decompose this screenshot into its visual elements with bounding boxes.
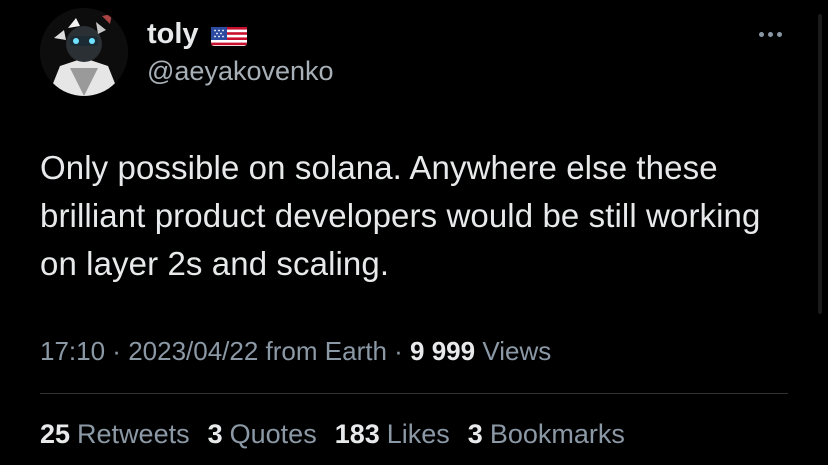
- likes-count: 183: [334, 419, 380, 449]
- meta-separator: ·: [105, 336, 129, 366]
- views-label[interactable]: Views: [475, 336, 551, 366]
- tweet-card: toly @aeyakovenko Only possible on solan…: [0, 0, 828, 465]
- bookmarks-stat[interactable]: 3 Bookmarks: [468, 414, 625, 454]
- tweet-time[interactable]: 17:10: [40, 336, 105, 366]
- user-handle[interactable]: @aeyakovenko: [147, 54, 334, 88]
- likes-label: Likes: [386, 419, 450, 449]
- us-flag-icon: [210, 22, 247, 46]
- retweets-label: Retweets: [77, 419, 190, 449]
- retweets-count: 25: [40, 419, 71, 449]
- more-dots-icon: [758, 31, 764, 37]
- quotes-count: 3: [207, 419, 223, 449]
- more-options-button[interactable]: [752, 22, 788, 46]
- bookmarks-count: 3: [467, 419, 483, 449]
- display-name[interactable]: toly: [147, 14, 247, 54]
- more-dots-icon-dot: [776, 31, 782, 37]
- display-name-text: toly: [147, 18, 199, 50]
- retweets-stat[interactable]: 25 Retweets: [40, 414, 190, 454]
- scrollbar[interactable]: [818, 14, 822, 314]
- tweet-location: from Earth: [258, 336, 387, 366]
- quotes-label: Quotes: [229, 419, 317, 449]
- bookmarks-label: Bookmarks: [489, 419, 625, 449]
- divider: [40, 393, 788, 394]
- likes-stat[interactable]: 183 Likes: [335, 414, 450, 454]
- tweet-text: Only possible on solana. Anywhere else t…: [40, 149, 761, 282]
- tweet-meta: 17:10 · 2023/04/22 from Earth · 9 999 Vi…: [40, 331, 551, 371]
- avatar[interactable]: [40, 8, 128, 96]
- quotes-stat[interactable]: 3 Quotes: [208, 414, 317, 454]
- avatar-image: [40, 8, 128, 96]
- engagement-stats: 25 Retweets 3 Quotes 183 Likes 3 Bookmarks: [40, 414, 643, 454]
- tweet-date[interactable]: 2023/04/22: [128, 336, 258, 366]
- meta-separator-2: ·: [386, 336, 411, 366]
- more-dots-icon-dot: [767, 31, 773, 37]
- views-count[interactable]: 9 999: [410, 336, 475, 366]
